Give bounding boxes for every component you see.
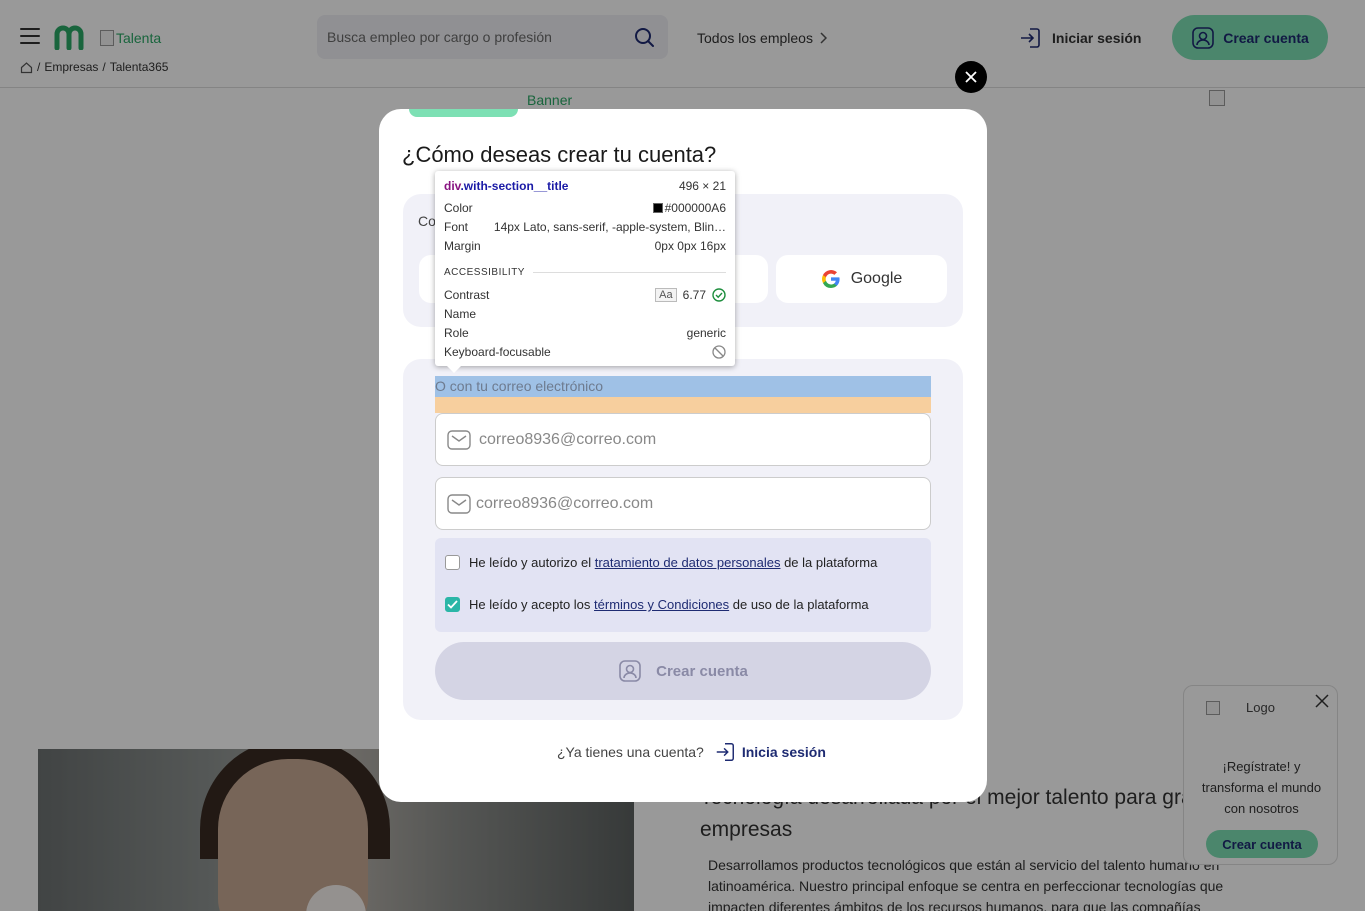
google-icon — [821, 270, 840, 288]
check-circle-icon — [712, 288, 726, 302]
login-link-label: Inicia sesión — [741, 744, 826, 760]
email-input[interactable] — [479, 414, 919, 465]
login-row: ¿Ya tienes una cuenta? Inicia sesión — [557, 741, 826, 763]
inspector-selector: div.with-section__title — [444, 179, 569, 193]
consent-data-before: He leído y autorizo el — [469, 555, 595, 570]
modal-accent-tab — [409, 109, 518, 117]
email-confirm-field — [435, 477, 931, 530]
popup-text: ¡Regístrate! y transforma el mundo con n… — [1201, 759, 1322, 816]
close-icon[interactable] — [1315, 694, 1329, 708]
consent-data-after: de la plataforma — [780, 555, 878, 570]
inspector-color-label: Color — [444, 201, 473, 215]
inspector-margin-label: Margin — [444, 239, 481, 253]
submit-create-account-button[interactable]: Crear cuenta — [435, 642, 931, 700]
mail-icon — [447, 430, 471, 450]
inspector-accessibility-heading: ACCESSIBILITY — [444, 267, 525, 278]
consent-terms-checkbox[interactable] — [445, 597, 460, 612]
consent-terms-before: He leído y acepto los — [469, 597, 595, 612]
inspector-role-label: Role — [444, 326, 469, 340]
inspector-color-value: #000000A6 — [664, 201, 726, 215]
login-link[interactable]: Inicia sesión — [714, 741, 826, 763]
popup-logo-alt: Logo — [1246, 700, 1275, 715]
inspector-size: 496 × 21 — [678, 179, 726, 193]
email-confirm-input[interactable] — [476, 478, 916, 529]
popup-logo: Logo — [1206, 700, 1275, 715]
popup-create-account-button[interactable]: Crear cuenta — [1206, 830, 1318, 858]
have-account-text: ¿Ya tienes una cuenta? — [557, 744, 704, 760]
consent-data-checkbox[interactable] — [445, 555, 460, 570]
inspector-font-label: Font — [444, 220, 469, 234]
inspector-tooltip: div.with-section__title 496 × 21 Color #… — [435, 171, 735, 373]
user-icon — [619, 660, 641, 682]
inspector-font-value: 14px Lato, sans-serif, -apple-system, Bl… — [493, 220, 726, 234]
email-field — [435, 413, 931, 466]
modal-close-button[interactable] — [955, 61, 987, 93]
inspector-name-label: Name — [444, 307, 477, 321]
consent-data-link[interactable]: tratamiento de datos personales — [595, 555, 781, 570]
close-icon — [965, 71, 977, 83]
register-popup: Logo ¡Regístrate! y transforma el mundo … — [1183, 685, 1338, 865]
consent-data-row: He leído y autorizo el tratamiento de da… — [445, 555, 877, 570]
mail-icon — [447, 494, 471, 514]
social-section-label: Co — [418, 213, 436, 229]
broken-image-icon — [1206, 700, 1220, 715]
not-allowed-icon — [712, 345, 726, 359]
inspector-keyboard-label: Keyboard-focusable — [444, 345, 551, 359]
consent-terms-row: He leído y acepto los términos y Condici… — [445, 597, 869, 612]
inspector-contrast-value: 6.77 — [682, 288, 706, 302]
inspector-role-value: generic — [686, 326, 726, 340]
color-swatch-icon — [652, 203, 663, 213]
email-section-title: O con tu correo electrónico — [435, 378, 604, 394]
google-signup-button[interactable]: Google — [776, 255, 947, 303]
consent-section — [435, 538, 931, 632]
consent-terms-link[interactable]: términos y Condiciones — [594, 597, 729, 612]
submit-label: Crear cuenta — [656, 662, 748, 680]
google-label: Google — [850, 270, 903, 287]
inspector-margin-highlight — [435, 397, 931, 413]
login-icon — [716, 743, 734, 761]
consent-terms-after: de uso de la plataforma — [729, 597, 869, 612]
modal-title: ¿Cómo deseas crear tu cuenta? — [402, 142, 717, 167]
check-icon — [447, 600, 458, 609]
contrast-aa-badge: Aa — [655, 288, 677, 302]
inspector-contrast-label: Contrast — [444, 288, 490, 302]
inspector-margin-value: 0px 0px 16px — [654, 239, 726, 253]
